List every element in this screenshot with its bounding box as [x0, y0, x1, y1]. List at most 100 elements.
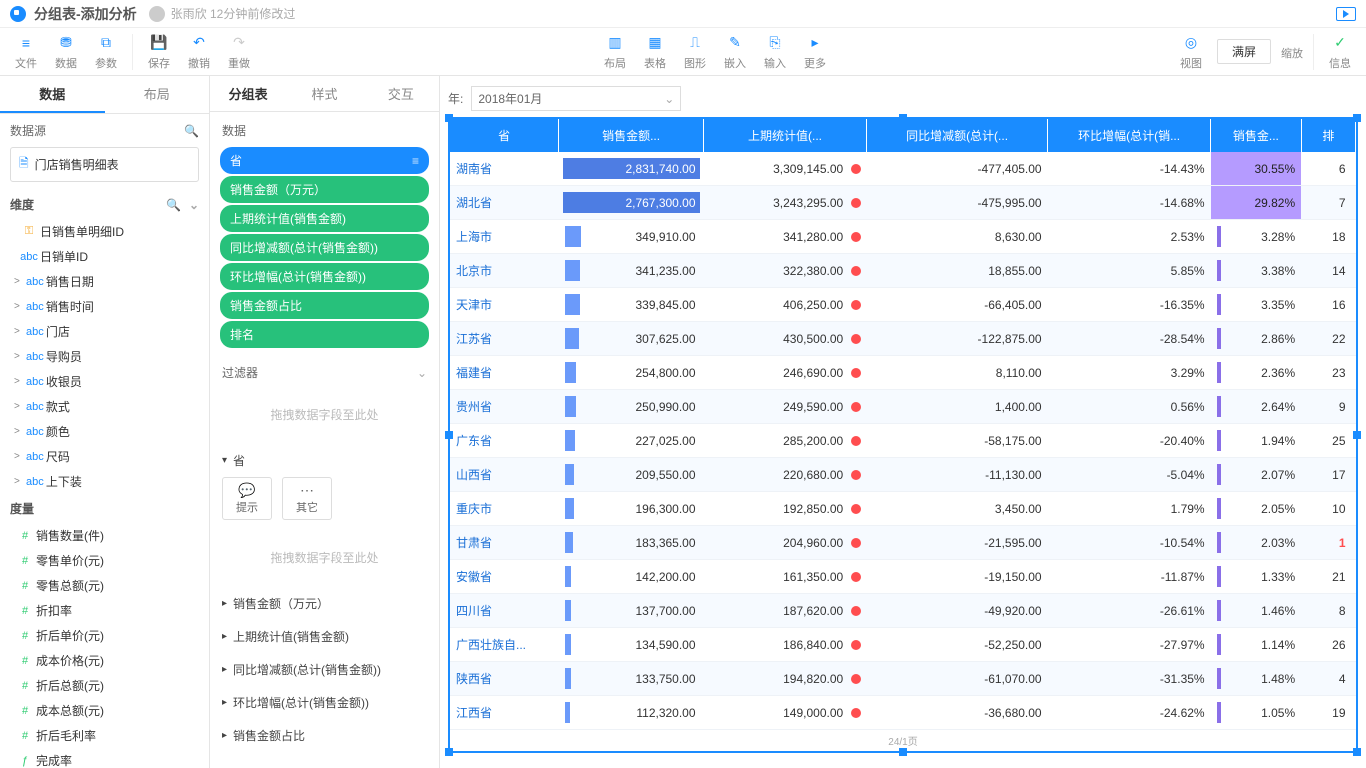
column-header[interactable]: 省	[450, 119, 559, 152]
info-button[interactable]: ✓信息	[1320, 33, 1360, 71]
resize-handle[interactable]	[899, 114, 907, 122]
table-row[interactable]: 上海市349,910.00341,280.00 8,630.002.53%3.2…	[450, 220, 1356, 254]
table-row[interactable]: 甘肃省183,365.00204,960.00 -21,595.00-10.54…	[450, 526, 1356, 560]
field-pill[interactable]: 省≡	[220, 147, 429, 174]
preview-play-button[interactable]	[1336, 7, 1356, 21]
table-row[interactable]: 重庆市196,300.00192,850.00 3,450.001.79%2.0…	[450, 492, 1356, 526]
table-row[interactable]: 福建省254,800.00246,690.00 8,110.003.29%2.3…	[450, 356, 1356, 390]
resize-handle[interactable]	[899, 748, 907, 756]
table-row[interactable]: 安徽省142,200.00161,350.00 -19,150.00-11.87…	[450, 560, 1356, 594]
datasource-item[interactable]: 🗎 门店销售明细表	[10, 147, 199, 182]
measure-section[interactable]: ▸上期统计值(销售金额)	[210, 620, 439, 653]
province-dropzone[interactable]: 拖拽数据字段至此处	[222, 534, 427, 581]
dimension-field[interactable]: >abc颜色	[0, 419, 209, 444]
measure-field[interactable]: #折扣率	[0, 598, 209, 623]
dimension-field[interactable]: >abc销售时间	[0, 294, 209, 319]
undo-button[interactable]: ↶撤销	[179, 33, 219, 71]
search-icon[interactable]: 🔍	[184, 124, 199, 138]
resize-handle[interactable]	[1353, 114, 1361, 122]
dimension-field[interactable]: >abc导购员	[0, 344, 209, 369]
chevron-down-icon[interactable]: ⌄	[417, 366, 427, 380]
dimension-field[interactable]: >abc销售日期	[0, 269, 209, 294]
tab-style[interactable]: 样式	[286, 76, 362, 111]
search-icon[interactable]: 🔍	[166, 198, 181, 212]
measure-field[interactable]: #成本总额(元)	[0, 698, 209, 723]
table-row[interactable]: 广西壮族自...134,590.00186,840.00 -52,250.00-…	[450, 628, 1356, 662]
column-header[interactable]: 销售金...	[1211, 119, 1302, 152]
resize-handle[interactable]	[445, 114, 453, 122]
table-row[interactable]: 江西省112,320.00149,000.00 -36,680.00-24.62…	[450, 696, 1356, 730]
column-header[interactable]: 环比增幅(总计(销...	[1048, 119, 1211, 152]
chevron-down-icon[interactable]: ⌄	[189, 198, 199, 212]
column-header[interactable]: 销售金额...	[559, 119, 704, 152]
rank-cell: 6	[1301, 152, 1355, 186]
dimension-field[interactable]: >abc上下装	[0, 469, 209, 494]
measure-section[interactable]: ▸销售金额占比	[210, 719, 439, 752]
zoom-select[interactable]: 满屏	[1217, 39, 1271, 64]
dimension-field[interactable]: ⚿日销售单明细ID	[0, 219, 209, 244]
field-pill[interactable]: 排名	[220, 321, 429, 348]
resize-handle[interactable]	[1353, 431, 1361, 439]
resize-handle[interactable]	[445, 431, 453, 439]
grid-button[interactable]: ▦表格	[635, 33, 675, 71]
params-menu[interactable]: ⧉参数	[86, 33, 126, 71]
view-button[interactable]: ◎视图	[1171, 33, 1211, 71]
table-row[interactable]: 北京市341,235.00322,380.00 18,855.005.85%3.…	[450, 254, 1356, 288]
resize-handle[interactable]	[1353, 748, 1361, 756]
dimension-field[interactable]: >abc门店	[0, 319, 209, 344]
tab-interact[interactable]: 交互	[363, 76, 439, 111]
dimension-field[interactable]: >abc收银员	[0, 369, 209, 394]
tab-group-table[interactable]: 分组表	[210, 76, 286, 111]
measure-field[interactable]: #零售单价(元)	[0, 548, 209, 573]
other-button[interactable]: ⋯其它	[282, 477, 332, 520]
tab-layout[interactable]: 布局	[105, 76, 210, 113]
table-row[interactable]: 陕西省133,750.00194,820.00 -61,070.00-31.35…	[450, 662, 1356, 696]
dimension-field[interactable]: abc日销单ID	[0, 244, 209, 269]
table-row[interactable]: 山西省209,550.00220,680.00 -11,130.00-5.04%…	[450, 458, 1356, 492]
file-menu[interactable]: ≡文件	[6, 33, 46, 71]
tip-button[interactable]: 💬提示	[222, 477, 272, 520]
measure-section[interactable]: ▸同比增减额(总计(销售金额))	[210, 653, 439, 686]
field-pill[interactable]: 销售金额（万元）	[220, 176, 429, 203]
measure-section[interactable]: ▸销售金额（万元）	[210, 587, 439, 620]
year-filter-select[interactable]: 2018年01月 ⌄	[471, 86, 681, 111]
input-button[interactable]: ⎘输入	[755, 33, 795, 71]
column-header[interactable]: 排	[1301, 119, 1355, 152]
table-row[interactable]: 江苏省307,625.00430,500.00 -122,875.00-28.5…	[450, 322, 1356, 356]
more-button[interactable]: ▸更多	[795, 33, 835, 71]
embed-button[interactable]: ✎嵌入	[715, 33, 755, 71]
measure-field[interactable]: #零售总额(元)	[0, 573, 209, 598]
table-row[interactable]: 湖北省2,767,300.003,243,295.00 -475,995.00-…	[450, 186, 1356, 220]
field-pill[interactable]: 同比增减额(总计(销售金额))	[220, 234, 429, 261]
table-row[interactable]: 天津市339,845.00406,250.00 -66,405.00-16.35…	[450, 288, 1356, 322]
dimension-field[interactable]: >abc尺码	[0, 444, 209, 469]
resize-handle[interactable]	[445, 748, 453, 756]
field-pill[interactable]: 销售金额占比	[220, 292, 429, 319]
tab-data[interactable]: 数据	[0, 76, 105, 113]
table-row[interactable]: 湖南省2,831,740.003,309,145.00 -477,405.00-…	[450, 152, 1356, 186]
table-row[interactable]: 贵州省250,990.00249,590.00 1,400.000.56%2.6…	[450, 390, 1356, 424]
measure-field[interactable]: #成本价格(元)	[0, 648, 209, 673]
measure-field[interactable]: ƒ完成率	[0, 748, 209, 768]
field-pill[interactable]: 上期统计值(销售金额)	[220, 205, 429, 232]
measure-field[interactable]: #折后毛利率	[0, 723, 209, 748]
section-province[interactable]: ▾省	[210, 444, 439, 477]
measure-field[interactable]: #折后总额(元)	[0, 673, 209, 698]
table-row[interactable]: 四川省137,700.00187,620.00 -49,920.00-26.61…	[450, 594, 1356, 628]
measure-field[interactable]: #销售数量(件)	[0, 523, 209, 548]
layout-button[interactable]: ▥布局	[595, 33, 635, 71]
dimension-field[interactable]: >abc款式	[0, 394, 209, 419]
save-button[interactable]: 💾保存	[139, 33, 179, 71]
redo-button[interactable]: ↷重做	[219, 33, 259, 71]
chart-button[interactable]: ⎍图形	[675, 33, 715, 71]
sales-cell: 2,767,300.00	[559, 186, 704, 220]
table-component[interactable]: 省销售金额...上期统计值(...同比增减额(总计(...环比增幅(总计(销..…	[448, 117, 1358, 753]
measure-section[interactable]: ▸环比增幅(总计(销售金额))	[210, 686, 439, 719]
field-pill[interactable]: 环比增幅(总计(销售金额))	[220, 263, 429, 290]
measure-field[interactable]: #折后单价(元)	[0, 623, 209, 648]
filter-dropzone[interactable]: 拖拽数据字段至此处	[222, 391, 427, 438]
column-header[interactable]: 上期统计值(...	[704, 119, 867, 152]
column-header[interactable]: 同比增减额(总计(...	[867, 119, 1048, 152]
data-menu[interactable]: ⛃数据	[46, 33, 86, 71]
table-row[interactable]: 广东省227,025.00285,200.00 -58,175.00-20.40…	[450, 424, 1356, 458]
